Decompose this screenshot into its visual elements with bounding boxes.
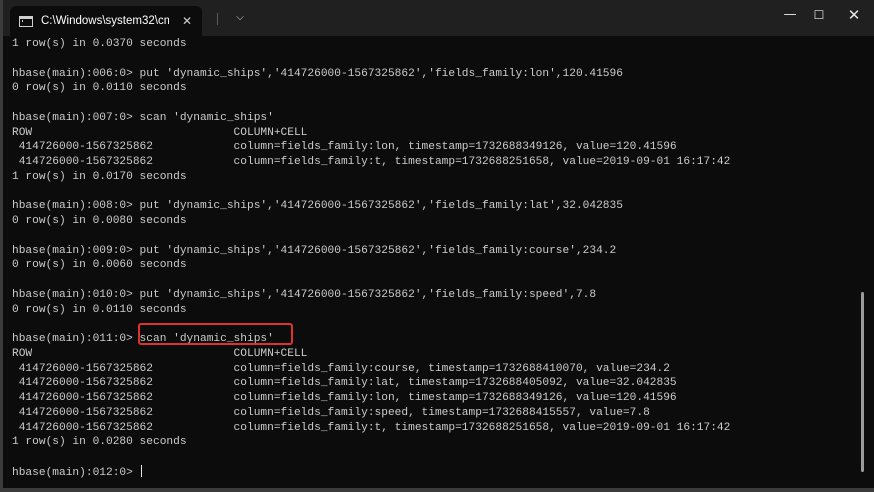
terminal-line-text: 0 row(s) in 0.0060 seconds: [12, 259, 187, 272]
terminal-line-text: 0 row(s) in 0.0110 seconds: [12, 82, 187, 95]
terminal-line: hbase(main):010:0> put 'dynamic_ships','…: [12, 288, 852, 303]
terminal-line-text: ROW COLUMN+CELL: [12, 126, 308, 139]
terminal-line: 1 row(s) in 0.0370 seconds: [12, 37, 852, 52]
terminal-line: 414726000-1567325862 column=fields_famil…: [12, 362, 852, 377]
terminal-line: 414726000-1567325862 column=fields_famil…: [12, 376, 852, 391]
terminal-line-text: 1 row(s) in 0.0370 seconds: [12, 38, 187, 50]
terminal-line: hbase(main):009:0> put 'dynamic_ships','…: [12, 244, 852, 259]
terminal-line: 0 row(s) in 0.0110 seconds: [12, 81, 852, 96]
highlight-box: [138, 323, 293, 345]
terminal-line: hbase(main):006:0> put 'dynamic_ships','…: [12, 67, 852, 82]
terminal-line: hbase(main):008:0> put 'dynamic_ships','…: [12, 199, 852, 214]
terminal-line-text: 414726000-1567325862 column=fields_famil…: [12, 406, 650, 419]
terminal-line-text: hbase(main):009:0> put 'dynamic_ships','…: [12, 244, 617, 257]
terminal-line: 0 row(s) in 0.0110 seconds: [12, 303, 852, 318]
terminal-line: 414726000-1567325862 column=fields_famil…: [12, 155, 852, 170]
chevron-down-icon[interactable]: ⌵: [231, 9, 249, 27]
maximize-button[interactable]: ☐: [804, 4, 834, 26]
terminal-line: ROW COLUMN+CELL: [12, 347, 852, 362]
terminal-line-text: 0 row(s) in 0.0080 seconds: [12, 215, 187, 227]
terminal-line: 414726000-1567325862 column=fields_famil…: [12, 406, 852, 421]
terminal-line-text: 414726000-1567325862 column=fields_famil…: [12, 421, 731, 434]
tab-title: C:\Windows\system32\cmd.e: [41, 15, 169, 27]
terminal-line-text: hbase(main):012:0>: [12, 466, 140, 479]
window-left-edge: [0, 0, 3, 492]
cmd-icon: [19, 15, 33, 27]
terminal-line-text: 414726000-1567325862 column=fields_famil…: [12, 362, 670, 375]
terminal-line: 414726000-1567325862 column=fields_famil…: [12, 140, 852, 155]
title-bar[interactable]: C:\Windows\system32\cmd.e ✕ ⌵ — ☐ ✕: [3, 0, 874, 36]
terminal-line: 1 row(s) in 0.0170 seconds: [12, 170, 852, 185]
terminal-line: hbase(main):012:0>: [12, 464, 852, 480]
terminal-line-text: hbase(main):007:0> scan 'dynamic_ships': [12, 111, 274, 124]
terminal-line-text: hbase(main):008:0> put 'dynamic_ships','…: [12, 200, 623, 213]
terminal-line: 0 row(s) in 0.0060 seconds: [12, 258, 852, 273]
terminal-line: 1 row(s) in 0.0280 seconds: [12, 435, 852, 450]
new-tab-button[interactable]: [217, 13, 218, 25]
terminal-window: C:\Windows\system32\cmd.e ✕ ⌵ — ☐ ✕ 1 ro…: [0, 0, 874, 492]
terminal-line: 414726000-1567325862 column=fields_famil…: [12, 421, 852, 436]
close-button[interactable]: ✕: [839, 4, 869, 26]
terminal-output[interactable]: 1 row(s) in 0.0370 seconds hbase(main):00…: [12, 37, 852, 482]
tab-cmd[interactable]: C:\Windows\system32\cmd.e ✕: [10, 6, 202, 36]
terminal-line-text: 414726000-1567325862 column=fields_famil…: [12, 156, 731, 168]
terminal-line-text: ROW COLUMN+CELL: [12, 347, 308, 360]
terminal-line-text: 414726000-1567325862 column=fields_famil…: [12, 392, 677, 404]
terminal-line-text: hbase(main):006:0> put 'dynamic_ships','…: [12, 67, 623, 80]
terminal-line-text: 0 row(s) in 0.0110 seconds: [12, 303, 187, 316]
terminal-line: hbase(main):007:0> scan 'dynamic_ships': [12, 111, 852, 126]
minimize-button[interactable]: —: [775, 4, 805, 26]
terminal-line-text: 1 row(s) in 0.0280 seconds: [12, 436, 187, 449]
terminal-line-text: 1 row(s) in 0.0170 seconds: [12, 170, 187, 183]
terminal-line-text: 414726000-1567325862 column=fields_famil…: [12, 377, 677, 390]
scrollbar[interactable]: [861, 292, 864, 472]
text-cursor: [140, 464, 142, 477]
terminal-line-text: 414726000-1567325862 column=fields_famil…: [12, 141, 677, 154]
terminal-line: 414726000-1567325862 column=fields_famil…: [12, 391, 852, 406]
tab-close-icon[interactable]: ✕: [182, 14, 192, 28]
terminal-line: ROW COLUMN+CELL: [12, 126, 852, 141]
terminal-line-text: hbase(main):010:0> put 'dynamic_ships','…: [12, 288, 597, 301]
window-bottom-edge: [0, 488, 874, 492]
terminal-line: 0 row(s) in 0.0080 seconds: [12, 214, 852, 229]
